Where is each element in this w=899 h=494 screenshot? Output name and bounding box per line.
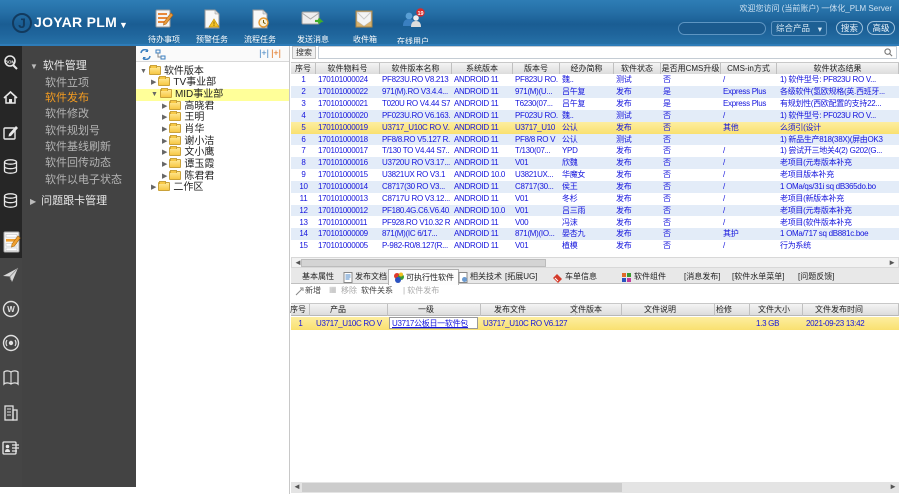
svg-text:BOM: BOM [5,59,16,64]
svg-text:!: ! [213,22,215,28]
svg-text:19: 19 [417,11,423,17]
svg-text:W: W [7,305,15,314]
